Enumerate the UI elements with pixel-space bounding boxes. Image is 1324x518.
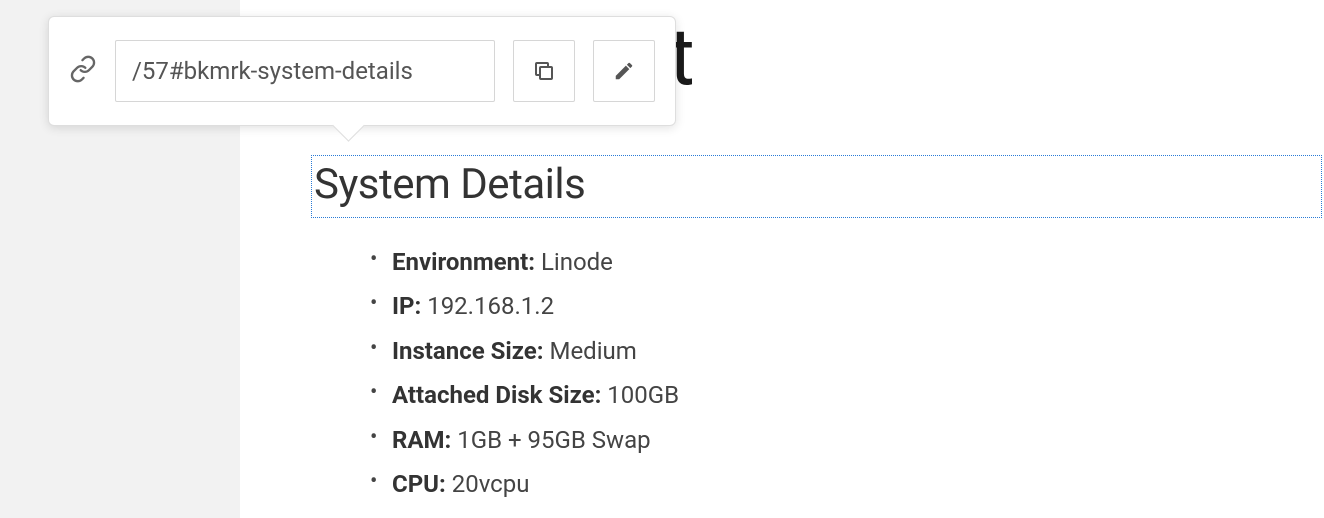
detail-value: 192.168.1.2 — [427, 292, 554, 320]
detail-value: 20vcpu — [452, 470, 530, 498]
detail-label: Environment: — [392, 248, 535, 276]
list-item: IP: 192.168.1.2 — [370, 284, 679, 328]
detail-value: 100GB — [607, 381, 679, 409]
edit-link-button[interactable] — [593, 40, 655, 102]
section-heading: System Details — [314, 160, 1319, 209]
detail-label: RAM: — [392, 426, 451, 454]
detail-label: Attached Disk Size: — [392, 381, 601, 409]
detail-value: 1GB + 95GB Swap — [457, 426, 650, 454]
copy-icon — [532, 59, 556, 83]
detail-value: Medium — [549, 337, 636, 365]
list-item: RAM: 1GB + 95GB Swap — [370, 418, 679, 462]
detail-label: CPU: — [392, 470, 446, 498]
detail-value: Linode — [541, 248, 613, 276]
list-item: Attached Disk Size: 100GB — [370, 373, 679, 417]
copy-link-button[interactable] — [513, 40, 575, 102]
system-details-list: Environment: Linode IP: 192.168.1.2 Inst… — [370, 240, 679, 506]
detail-label: IP: — [392, 292, 421, 320]
pencil-icon — [613, 60, 635, 82]
list-item: CPU: 20vcpu — [370, 462, 679, 506]
section-heading-block[interactable]: System Details — [311, 155, 1322, 218]
link-icon — [69, 55, 97, 87]
detail-label: Instance Size: — [392, 337, 544, 365]
link-url-input[interactable] — [115, 40, 495, 102]
link-popover — [48, 16, 676, 126]
list-item: Instance Size: Medium — [370, 329, 679, 373]
list-item: Environment: Linode — [370, 240, 679, 284]
